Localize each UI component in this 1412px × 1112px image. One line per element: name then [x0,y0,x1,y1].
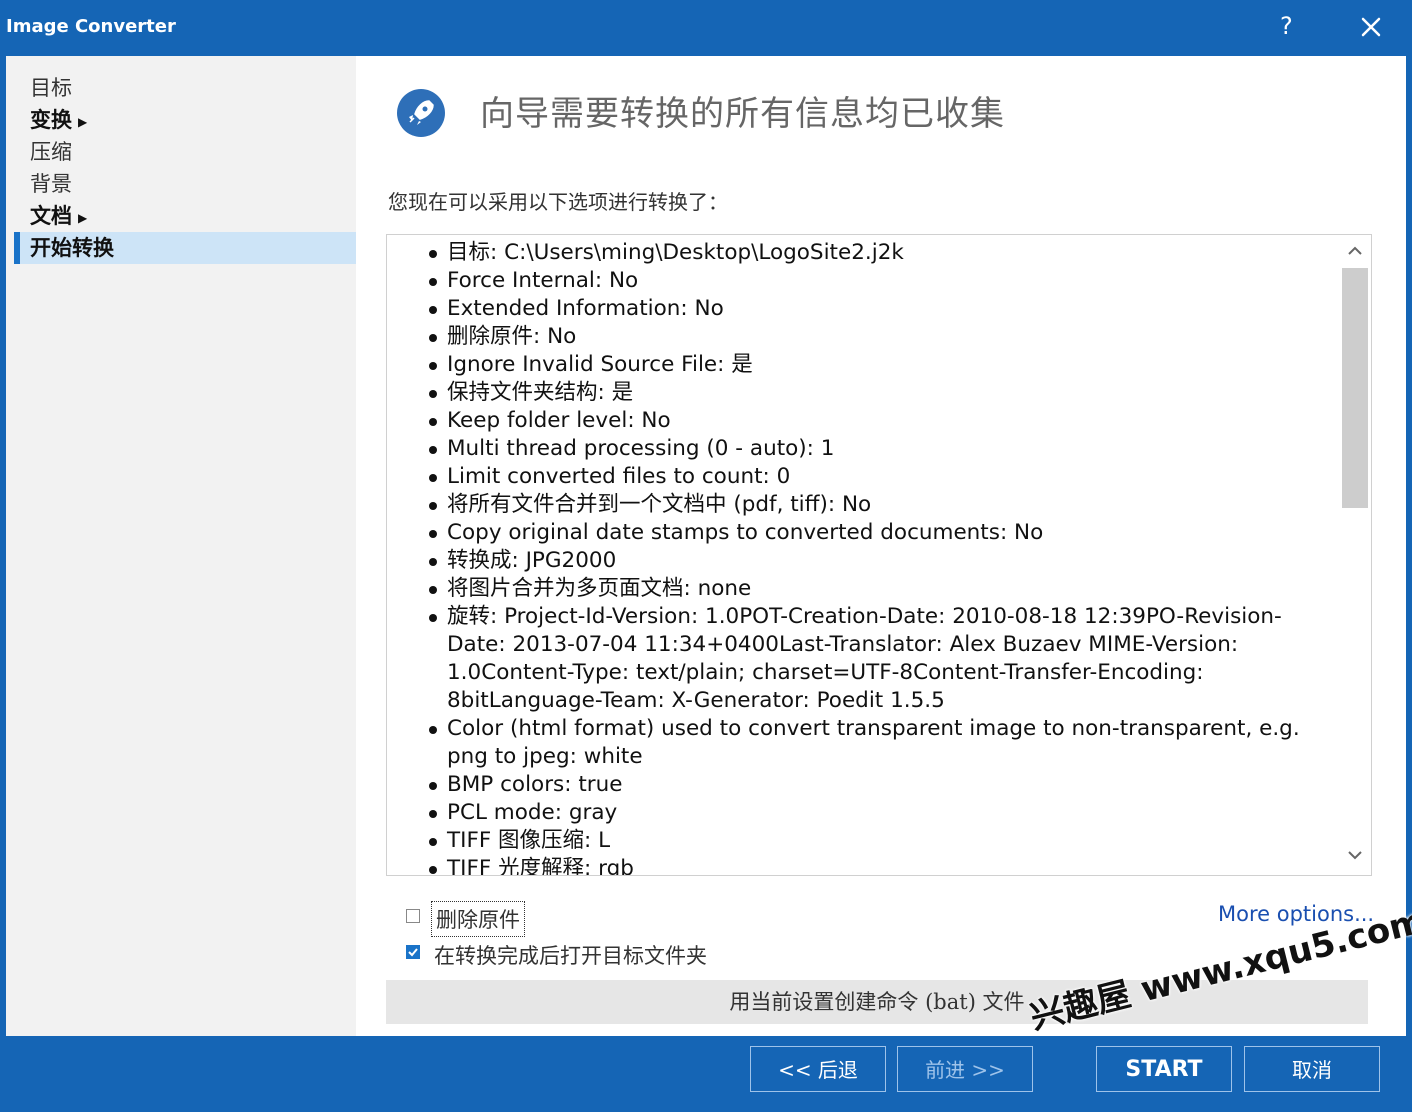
checkmark-icon [408,948,418,957]
scrollbar-thumb[interactable] [1342,268,1368,508]
sidebar-item-target[interactable]: 目标 [14,72,356,104]
list-item: Color (html format) used to convert tran… [429,715,1331,771]
list-item: 目标: C:\Users\ming\Desktop\LogoSite2.j2k [429,239,1331,267]
rocket-icon [397,89,445,137]
sidebar-item-label: 文档 [30,203,72,228]
title-bar: Image Converter ? [0,0,1412,56]
open-folder-checkbox[interactable] [406,945,420,959]
vertical-scrollbar[interactable] [1339,235,1371,875]
window-title: Image Converter [6,16,176,37]
list-item: Keep folder level: No [429,407,1331,435]
help-button[interactable]: ? [1280,12,1293,40]
sidebar-item-compress[interactable]: 压缩 [14,136,356,168]
list-item: 删除原件: No [429,323,1331,351]
main-content: 向导需要转换的所有信息均已收集 您现在可以采用以下选项进行转换了： 目标: C:… [356,56,1406,1036]
list-item: Ignore Invalid Source File: 是 [429,351,1331,379]
list-item: PCL mode: gray [429,799,1331,827]
chevron-up-icon[interactable] [1347,243,1363,259]
sidebar-item-label: 背景 [30,172,72,196]
next-button[interactable]: 前进 >> [897,1046,1033,1092]
sidebar-item-transform[interactable]: 变换 ▶ [14,104,356,136]
submenu-arrow-icon: ▶ [78,210,88,225]
submenu-arrow-icon: ▶ [78,114,88,129]
sidebar: 目标 变换 ▶ 压缩 背景 文档 ▶ 开始转换 [6,56,356,1036]
list-item: Multi thread processing (0 - auto): 1 [429,435,1331,463]
list-item: TIFF 图像压缩: L [429,827,1331,855]
sidebar-item-label: 开始转换 [30,235,114,260]
sidebar-item-label: 目标 [30,76,72,100]
page-title: 向导需要转换的所有信息均已收集 [480,94,1005,134]
sidebar-item-document[interactable]: 文档 ▶ [14,200,356,232]
delete-original-checkbox[interactable] [406,909,420,923]
list-item: TIFF 光度解释: rgb [429,855,1331,875]
list-item: BMP colors: true [429,771,1331,799]
sidebar-item-start-convert[interactable]: 开始转换 [14,232,356,264]
sidebar-item-label: 变换 [30,107,72,132]
start-button[interactable]: START [1096,1046,1232,1092]
options-summary-list[interactable]: 目标: C:\Users\ming\Desktop\LogoSite2.j2k … [386,234,1372,876]
list-item: 旋转: Project-Id-Version: 1.0POT-Creation-… [429,603,1331,715]
summary-items: 目标: C:\Users\ming\Desktop\LogoSite2.j2k … [387,235,1371,875]
list-item: 保持文件夹结构: 是 [429,379,1331,407]
close-icon[interactable] [1356,10,1386,44]
footer-bar: << 后退 前进 >> START 取消 [6,1036,1406,1106]
list-item: Limit converted files to count: 0 [429,463,1331,491]
delete-original-label[interactable]: 删除原件 [431,901,525,937]
list-item: 将图片合并为多页面文档: none [429,575,1331,603]
list-item: Force Internal: No [429,267,1331,295]
list-item: 将所有文件合并到一个文档中 (pdf, tiff): No [429,491,1331,519]
chevron-down-icon[interactable] [1347,847,1363,863]
list-item: Extended Information: No [429,295,1331,323]
cancel-button[interactable]: 取消 [1244,1046,1380,1092]
page-subtitle: 您现在可以采用以下选项进行转换了： [388,190,728,214]
sidebar-item-background[interactable]: 背景 [14,168,356,200]
list-item: 转换成: JPG2000 [429,547,1331,575]
list-item: Copy original date stamps to converted d… [429,519,1331,547]
sidebar-item-label: 压缩 [30,140,72,164]
back-button[interactable]: << 后退 [750,1046,886,1092]
open-folder-label[interactable]: 在转换完成后打开目标文件夹 [434,940,707,970]
